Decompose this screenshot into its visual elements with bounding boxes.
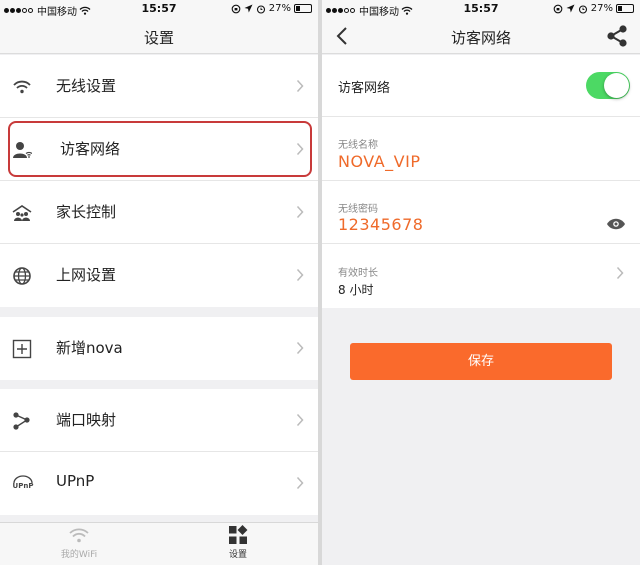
menu-item-internet-settings[interactable]: 上网设置 [0,244,318,307]
chevron-right-icon [296,142,304,156]
tab-bar: 我的WiFi 设置 [0,522,318,565]
wireless-name-value[interactable]: NOVA_VIP [338,152,420,171]
tab-my-wifi[interactable]: 我的WiFi [19,525,139,560]
wifi-icon [69,528,89,543]
menu-item-label: UPnP [56,472,95,490]
status-bar: 中国移动 15:57 27% [0,0,318,18]
menu-item-label: 新增nova [56,339,123,357]
chevron-right-icon [296,341,304,355]
menu-item-label: 端口映射 [56,411,117,429]
wifi-icon [13,80,31,94]
guest-user-icon [13,142,32,158]
battery-icon [616,4,634,13]
duration-value: 8 小时 [338,283,374,297]
wireless-password-value[interactable]: 12345678 [338,215,423,234]
add-device-icon [12,339,32,359]
settings-group-devices: 新增nova [0,317,318,380]
orientation-lock-icon [553,4,563,13]
orientation-lock-icon [231,4,241,13]
screens: 中国移动 15:57 27% 设置 无线设置 访客网络 家长控制 上网设置 新增… [0,0,640,565]
menu-item-label: 上网设置 [56,266,117,284]
guest-network-toggle[interactable] [586,72,630,99]
settings-group-network: 无线设置 访客网络 家长控制 上网设置 [0,55,318,307]
tab-label: 我的WiFi [60,550,98,560]
port-mapping-icon [13,412,30,430]
duration-row[interactable]: 有效时长 8 小时 [322,244,640,308]
parental-control-icon [12,205,32,221]
guest-network-form: 访客网络 无线名称 NOVA_VIP 无线密码 12345678 有效时长 8 … [322,55,640,308]
save-button[interactable]: 保存 [350,343,612,380]
guest-network-toggle-row: 访客网络 [322,55,640,117]
menu-item-guest-network[interactable]: 访客网络 [0,118,318,181]
upnp-icon: UPnP [13,475,34,490]
wireless-name-row[interactable]: 无线名称 NOVA_VIP [322,117,640,181]
menu-item-port-mapping[interactable]: 端口映射 [0,389,318,452]
toggle-knob [604,73,629,98]
menu-item-add-nova[interactable]: 新增nova [0,317,318,380]
menu-item-label: 访客网络 [60,140,121,158]
wireless-password-row[interactable]: 无线密码 12345678 [322,181,640,244]
page-title: 访客网络 [450,29,511,47]
tab-label: 设置 [228,550,247,560]
nav-bar: 访客网络 [322,18,640,54]
share-icon[interactable] [604,24,630,48]
settings-group-advanced: 端口映射 UPnP UPnP [0,389,318,515]
location-icon [566,4,575,13]
guest-network-screen: 中国移动 15:57 27% 访客网络 访客网络 无线名称 NOVA_VIP 无… [322,0,640,565]
chevron-right-icon [296,268,304,282]
location-icon [244,4,253,13]
alarm-icon [256,4,265,14]
menu-item-wireless-settings[interactable]: 无线设置 [0,55,318,118]
chevron-right-icon [296,413,304,427]
chevron-right-icon [616,266,624,280]
guest-network-label: 访客网络 [338,81,391,96]
status-bar: 中国移动 15:57 27% [322,0,640,18]
duration-label: 有效时长 [338,268,378,279]
wireless-name-label: 无线名称 [338,140,378,151]
chevron-right-icon [296,79,304,93]
tab-settings[interactable]: 设置 [178,525,298,560]
menu-item-label: 家长控制 [56,203,117,221]
menu-item-label: 无线设置 [56,77,117,95]
page-title: 设置 [143,29,174,47]
eye-icon[interactable] [606,218,626,230]
battery-icon [294,4,312,13]
wireless-password-label: 无线密码 [338,204,378,215]
settings-screen: 中国移动 15:57 27% 设置 无线设置 访客网络 家长控制 上网设置 新增… [0,0,318,565]
nav-bar: 设置 [0,18,318,54]
battery-percent: 27% [268,3,291,14]
menu-item-parental-control[interactable]: 家长控制 [0,181,318,244]
alarm-icon [578,4,587,14]
chevron-right-icon [296,476,304,490]
svg-text:UPnP: UPnP [13,482,34,490]
settings-grid-icon [229,525,248,544]
menu-item-upnp[interactable]: UPnP UPnP [0,452,318,515]
battery-percent: 27% [590,3,613,14]
globe-icon [13,267,31,285]
chevron-right-icon [296,205,304,219]
